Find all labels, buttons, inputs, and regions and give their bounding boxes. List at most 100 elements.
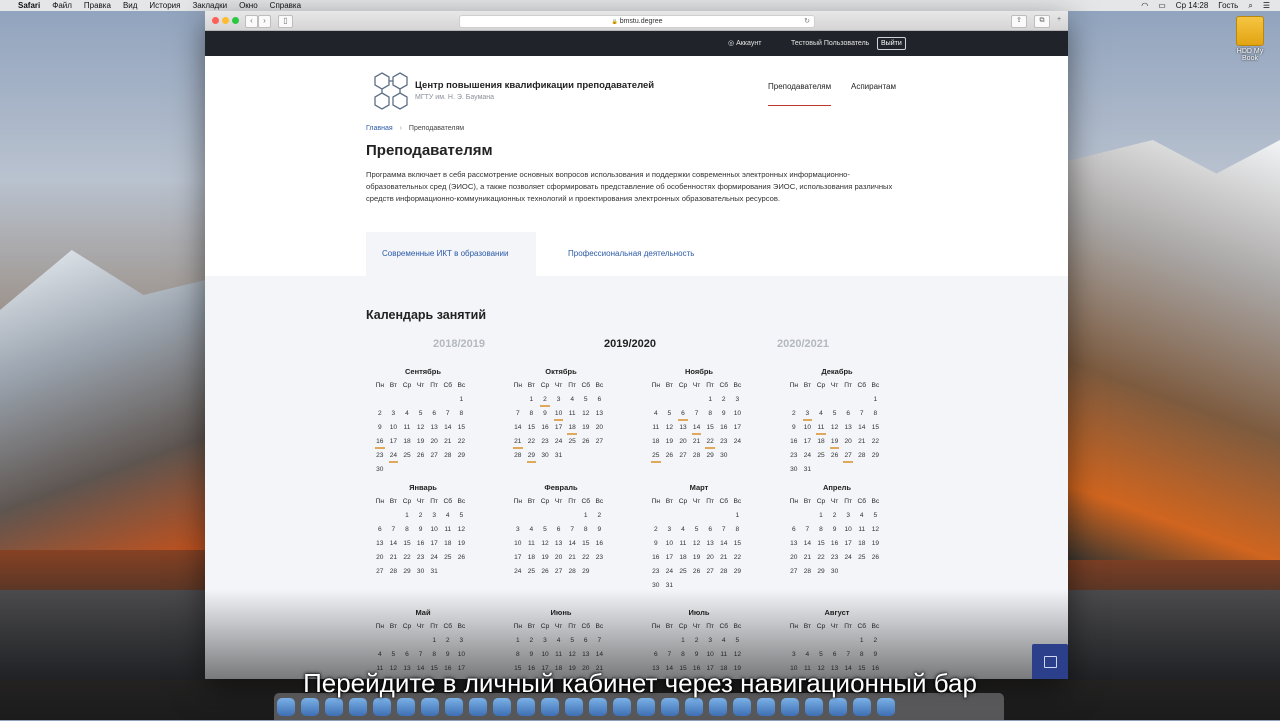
calendar-day[interactable]: 11 <box>441 523 455 537</box>
calendar-day[interactable]: 14 <box>855 421 869 435</box>
dock-app-icon[interactable] <box>397 698 415 716</box>
calendar-day[interactable]: 29 <box>455 449 469 463</box>
calendar-day[interactable]: 9 <box>538 407 552 421</box>
calendar-day[interactable]: 9 <box>593 523 607 537</box>
minimize-window-button[interactable] <box>222 17 229 24</box>
calendar-day[interactable]: 26 <box>690 565 704 579</box>
calendar-day[interactable]: 13 <box>787 537 801 551</box>
calendar-day[interactable]: 31 <box>427 565 441 579</box>
class-day[interactable]: 18 <box>565 421 579 435</box>
calendar-day[interactable]: 21 <box>855 435 869 449</box>
calendar-day[interactable]: 7 <box>717 523 731 537</box>
calendar-day[interactable]: 28 <box>511 449 525 463</box>
calendar-day[interactable]: 4 <box>441 509 455 523</box>
calendar-day[interactable]: 25 <box>525 565 539 579</box>
calendar-day[interactable]: 20 <box>787 551 801 565</box>
calendar-day[interactable]: 25 <box>814 449 828 463</box>
calendar-day[interactable]: 25 <box>565 435 579 449</box>
dock-app-icon[interactable] <box>301 698 319 716</box>
year-2020-2021[interactable]: 2020/2021 <box>777 338 829 350</box>
calendar-day[interactable]: 28 <box>801 565 815 579</box>
calendar-day[interactable]: 11 <box>649 421 663 435</box>
calendar-day[interactable]: 14 <box>441 421 455 435</box>
calendar-day[interactable]: 5 <box>538 523 552 537</box>
menu-file[interactable]: Файл <box>52 0 72 11</box>
calendar-day[interactable]: 4 <box>676 523 690 537</box>
calendar-day[interactable]: 28 <box>565 565 579 579</box>
calendar-day[interactable]: 1 <box>814 509 828 523</box>
calendar-day[interactable]: 10 <box>663 537 677 551</box>
calendar-day[interactable]: 15 <box>455 421 469 435</box>
dock-app-icon[interactable] <box>349 698 367 716</box>
calendar-day[interactable]: 24 <box>663 565 677 579</box>
calendar-day[interactable]: 30 <box>787 463 801 477</box>
calendar-day[interactable]: 16 <box>414 537 428 551</box>
calendar-day[interactable]: 27 <box>373 565 387 579</box>
calendar-day[interactable]: 19 <box>663 435 677 449</box>
dock-app-icon[interactable] <box>493 698 511 716</box>
calendar-day[interactable]: 5 <box>455 509 469 523</box>
calendar-day[interactable]: 18 <box>441 537 455 551</box>
calendar-day[interactable]: 17 <box>511 551 525 565</box>
calendar-day[interactable]: 8 <box>525 407 539 421</box>
calendar-day[interactable]: 29 <box>731 565 745 579</box>
calendar-day[interactable]: 1 <box>703 393 717 407</box>
dock-app-icon[interactable] <box>709 698 727 716</box>
dock-app-icon[interactable] <box>613 698 631 716</box>
calendar-day[interactable]: 18 <box>676 551 690 565</box>
calendar-day[interactable]: 6 <box>787 523 801 537</box>
menubar-clock[interactable]: Ср 14:28 <box>1176 0 1208 11</box>
calendar-day[interactable]: 15 <box>814 537 828 551</box>
dock-app-icon[interactable] <box>757 698 775 716</box>
calendar-day[interactable]: 3 <box>387 407 401 421</box>
dock-app-icon[interactable] <box>565 698 583 716</box>
calendar-day[interactable]: 15 <box>731 537 745 551</box>
calendar-day[interactable]: 12 <box>869 523 883 537</box>
calendar-day[interactable]: 14 <box>801 537 815 551</box>
calendar-day[interactable]: 12 <box>414 421 428 435</box>
calendar-day[interactable]: 30 <box>538 449 552 463</box>
nav-postgraduates[interactable]: Аспирантам <box>851 82 896 91</box>
calendar-day[interactable]: 28 <box>441 449 455 463</box>
calendar-day[interactable]: 26 <box>869 551 883 565</box>
calendar-day[interactable]: 10 <box>511 537 525 551</box>
calendar-day[interactable]: 21 <box>690 435 704 449</box>
calendar-day[interactable]: 21 <box>441 435 455 449</box>
calendar-day[interactable]: 15 <box>400 537 414 551</box>
calendar-day[interactable]: 3 <box>731 393 745 407</box>
calendar-day[interactable]: 11 <box>400 421 414 435</box>
calendar-day[interactable]: 22 <box>731 551 745 565</box>
sidebar-toggle-icon[interactable]: ▯ <box>278 15 293 28</box>
calendar-day[interactable]: 6 <box>593 393 607 407</box>
menu-history[interactable]: История <box>149 0 180 11</box>
calendar-day[interactable]: 22 <box>869 435 883 449</box>
year-2018-2019[interactable]: 2018/2019 <box>433 338 485 350</box>
class-day[interactable]: 2 <box>538 393 552 407</box>
calendar-day[interactable]: 24 <box>511 565 525 579</box>
year-2019-2020[interactable]: 2019/2020 <box>604 338 656 350</box>
calendar-day[interactable]: 23 <box>649 565 663 579</box>
calendar-day[interactable]: 7 <box>855 407 869 421</box>
calendar-day[interactable]: 16 <box>538 421 552 435</box>
menu-window[interactable]: Окно <box>239 0 258 11</box>
calendar-day[interactable]: 11 <box>676 537 690 551</box>
class-day[interactable]: 19 <box>828 435 842 449</box>
tabs-overview-icon[interactable]: ⧉ <box>1034 15 1050 28</box>
calendar-day[interactable]: 23 <box>717 435 731 449</box>
calendar-day[interactable]: 8 <box>400 523 414 537</box>
calendar-day[interactable]: 28 <box>690 449 704 463</box>
logout-button[interactable]: Выйти <box>877 37 906 50</box>
calendar-day[interactable]: 21 <box>717 551 731 565</box>
calendar-day[interactable]: 13 <box>552 537 566 551</box>
calendar-day[interactable]: 7 <box>690 407 704 421</box>
dock-app-icon[interactable] <box>685 698 703 716</box>
calendar-day[interactable]: 9 <box>828 523 842 537</box>
calendar-day[interactable]: 10 <box>387 421 401 435</box>
calendar-day[interactable]: 17 <box>552 421 566 435</box>
calendar-day[interactable]: 2 <box>373 407 387 421</box>
calendar-day[interactable]: 22 <box>400 551 414 565</box>
calendar-day[interactable]: 18 <box>400 435 414 449</box>
calendar-day[interactable]: 18 <box>814 435 828 449</box>
dock-app-icon[interactable] <box>877 698 895 716</box>
calendar-day[interactable]: 16 <box>787 435 801 449</box>
